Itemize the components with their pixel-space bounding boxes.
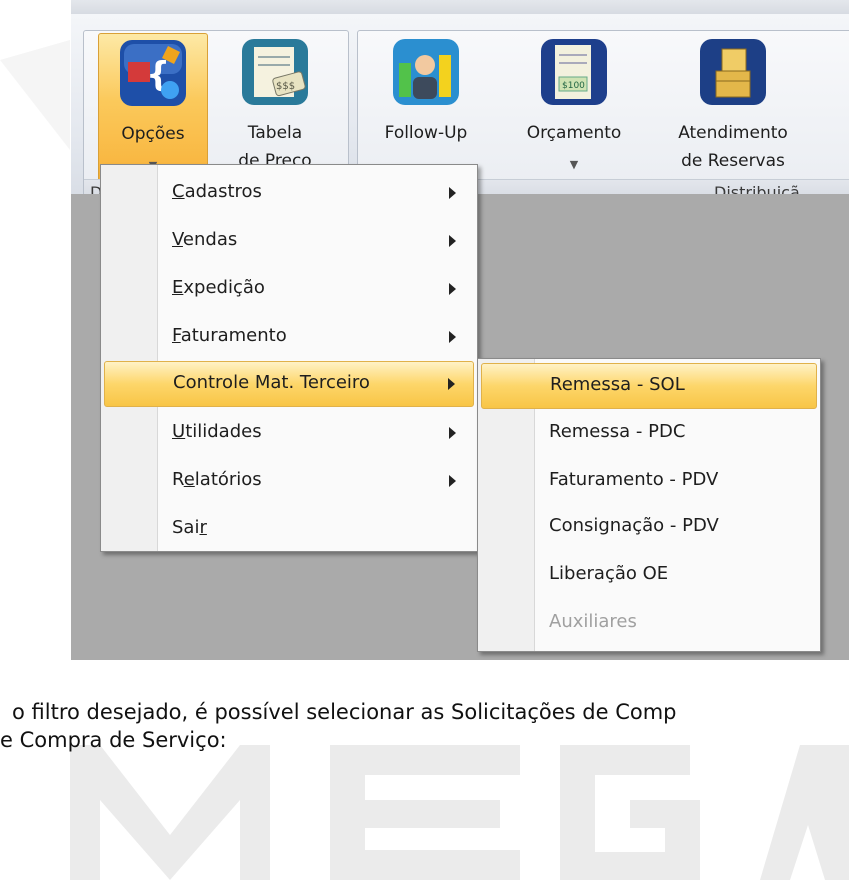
options-button[interactable]: { Opções ▼ bbox=[98, 33, 208, 183]
menu-item-label: Utilidades bbox=[172, 421, 262, 442]
submenu-item-label: Remessa - PDC bbox=[549, 421, 686, 442]
application-screenshot: { Opções ▼ $$$ Tabela de Preço bbox=[71, 0, 849, 660]
submenu-item-label: Consignação - PDV bbox=[549, 515, 719, 536]
menu-item-relatorios[interactable]: Relatórios bbox=[104, 459, 474, 503]
options-label: Opções bbox=[121, 124, 185, 144]
submenu-arrow-icon bbox=[448, 378, 455, 390]
submenu-item-label: Remessa - SOL bbox=[550, 374, 685, 395]
menu-item-expedicao[interactable]: Expedição bbox=[104, 267, 474, 311]
ribbon-tab-strip bbox=[71, 0, 849, 14]
submenu-item-remessa-pdc[interactable]: Remessa - PDC bbox=[481, 411, 817, 455]
submenu-item-liberacao-oe[interactable]: Liberação OE bbox=[481, 553, 817, 597]
menu-item-utilidades[interactable]: Utilidades bbox=[104, 411, 474, 455]
submenu-arrow-icon bbox=[449, 235, 456, 247]
submenu-item-remessa-sol[interactable]: Remessa - SOL bbox=[481, 363, 817, 409]
submenu-item-label: Auxiliares bbox=[549, 611, 637, 632]
svg-text:$$$: $$$ bbox=[276, 81, 295, 92]
menu-item-label: Sair bbox=[172, 517, 207, 538]
chevron-down-icon: ▼ bbox=[569, 158, 579, 171]
svg-text:$100: $100 bbox=[562, 81, 585, 91]
reservations-label-1: Atendimento bbox=[678, 123, 788, 143]
submenu-item-auxiliares: Auxiliares bbox=[481, 601, 817, 645]
menu-item-label: Expedição bbox=[172, 277, 265, 298]
price-table-button[interactable]: $$$ Tabela de Preço bbox=[216, 33, 334, 181]
menu-item-label: Vendas bbox=[172, 229, 238, 250]
budget-button[interactable]: $100 Orçamento ▼ bbox=[506, 33, 642, 181]
menu-item-controle-mat-terceiro[interactable]: Controle Mat. Terceiro bbox=[104, 361, 474, 407]
price-table-icon: $$$ bbox=[242, 39, 308, 105]
follow-up-button[interactable]: Follow-Up bbox=[370, 33, 482, 181]
caption-line-2: e Compra de Serviço: bbox=[0, 728, 227, 752]
submenu-item-consignacao-pdv[interactable]: Consignação - PDV bbox=[481, 505, 817, 549]
submenu-arrow-icon bbox=[449, 427, 456, 439]
reservations-boxes-icon bbox=[700, 39, 766, 105]
menu-item-vendas[interactable]: Vendas bbox=[104, 219, 474, 263]
reservations-button[interactable]: Atendimento de Reservas bbox=[658, 33, 808, 181]
menu-item-label: Faturamento bbox=[172, 325, 287, 346]
menu-item-label: Cadastros bbox=[172, 181, 262, 202]
follow-up-chart-icon bbox=[393, 39, 459, 105]
submenu-arrow-icon bbox=[449, 283, 456, 295]
options-puzzle-icon: { bbox=[120, 40, 186, 106]
menu-item-sair[interactable]: Sair bbox=[104, 507, 474, 551]
caption-line-1: o filtro desejado, é possível selecionar… bbox=[12, 700, 677, 724]
submenu-item-label: Faturamento - PDV bbox=[549, 469, 719, 490]
menu-item-faturamento[interactable]: Faturamento bbox=[104, 315, 474, 359]
budget-document-icon: $100 bbox=[541, 39, 607, 105]
submenu-arrow-icon bbox=[449, 475, 456, 487]
submenu-arrow-icon bbox=[449, 187, 456, 199]
submenu-item-faturamento-pdv[interactable]: Faturamento - PDV bbox=[481, 459, 817, 503]
reservations-label-2: de Reservas bbox=[681, 151, 785, 171]
menu-item-label: Controle Mat. Terceiro bbox=[173, 372, 370, 393]
follow-up-label: Follow-Up bbox=[384, 123, 468, 143]
menu-item-cadastros[interactable]: Cadastros bbox=[104, 171, 474, 215]
price-table-label-1: Tabela bbox=[247, 123, 303, 143]
menu-item-label: Relatórios bbox=[172, 469, 262, 490]
budget-label: Orçamento bbox=[526, 123, 622, 143]
controle-mat-terceiro-submenu: Remessa - SOL Remessa - PDC Faturamento … bbox=[477, 358, 821, 652]
document-caption: o filtro desejado, é possível selecionar… bbox=[0, 698, 677, 754]
submenu-arrow-icon bbox=[449, 331, 456, 343]
options-menu: Cadastros Vendas Expedição Faturamento C… bbox=[100, 164, 478, 552]
submenu-item-label: Liberação OE bbox=[549, 563, 669, 584]
